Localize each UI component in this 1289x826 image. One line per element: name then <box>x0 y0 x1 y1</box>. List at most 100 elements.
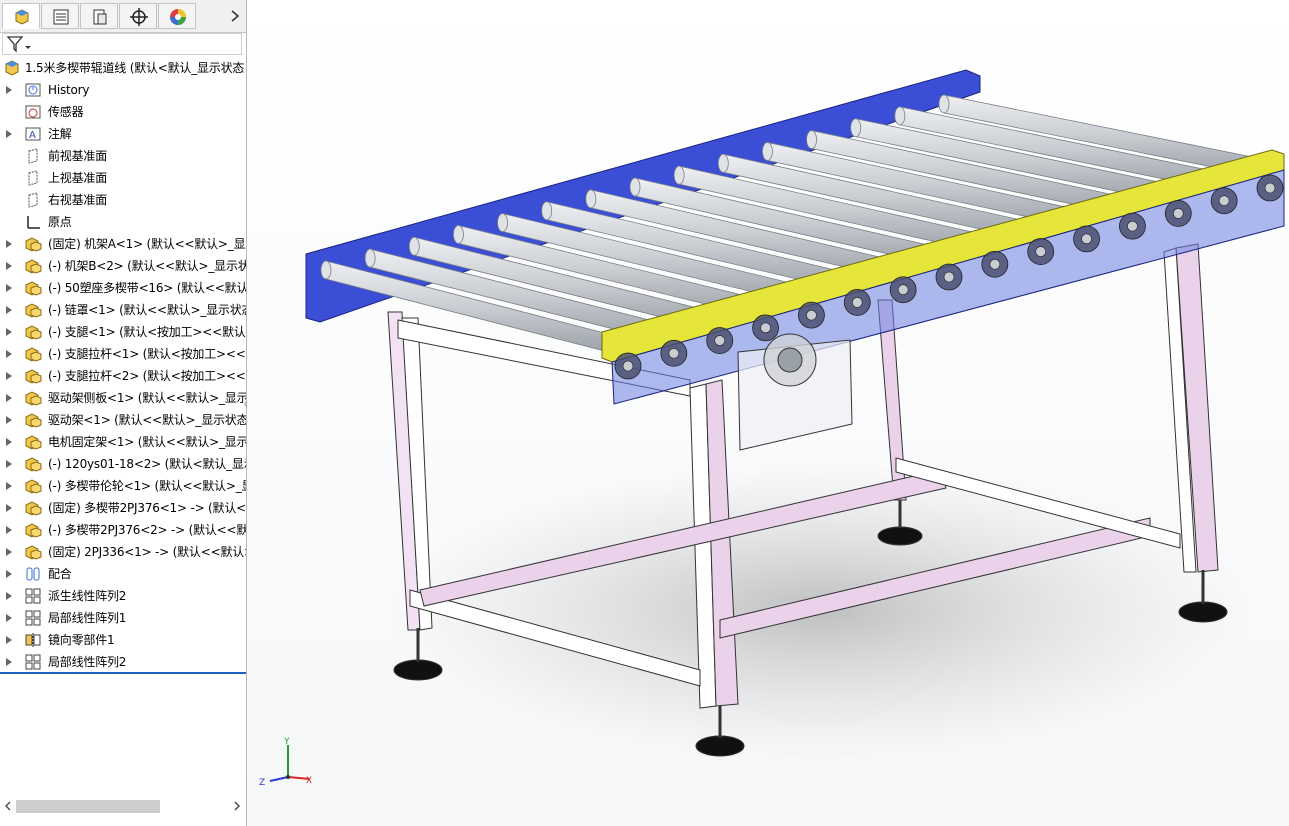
mates-icon <box>24 565 42 583</box>
tree-item[interactable]: 镜向零部件1 <box>0 629 246 651</box>
tree-item[interactable]: 右视基准面 <box>0 189 246 211</box>
annotation-icon: A <box>24 125 42 143</box>
expand-arrow-icon[interactable] <box>5 349 13 359</box>
scroll-thumb[interactable] <box>16 800 160 813</box>
graphics-viewport[interactable]: Y X Z <box>247 0 1289 826</box>
tab-dimxpert[interactable] <box>119 3 157 29</box>
subassembly-icon <box>24 301 42 319</box>
tree-item[interactable]: 配合 <box>0 563 246 585</box>
subassembly-icon <box>24 521 42 539</box>
sprocket <box>1073 225 1100 253</box>
tab-displaymanager[interactable] <box>158 3 196 29</box>
plane-icon <box>24 147 42 165</box>
configurationmanager-icon <box>93 9 107 25</box>
plane-icon <box>24 169 42 187</box>
tree-item[interactable]: 局部线性阵列1 <box>0 607 246 629</box>
expand-arrow-icon[interactable] <box>5 305 13 315</box>
tree-item[interactable]: (-) 120ys01-18<2> (默认<默认_显示 <box>0 453 246 475</box>
tree-item-label: 派生线性阵列2 <box>48 589 127 603</box>
tree-item[interactable]: (-) 多楔带伦轮<1> (默认<<默认>_显 <box>0 475 246 497</box>
crosshair-icon <box>130 8 148 26</box>
tree-item[interactable]: (-) 支腿拉杆<2> (默认<按加工><<默 <box>0 365 246 387</box>
tree-root[interactable]: 1.5米多楔带辊道线 (默认<默认_显示状态 <box>0 57 246 79</box>
chevron-right-icon[interactable] <box>228 6 242 26</box>
tree-item[interactable]: (-) 支腿<1> (默认<按加工><<默认 <box>0 321 246 343</box>
sprocket <box>1164 200 1192 227</box>
expand-arrow-icon[interactable] <box>5 503 13 513</box>
tree-item[interactable]: 前视基准面 <box>0 145 246 167</box>
tree-item[interactable]: (-) 支腿拉杆<1> (默认<按加工><<默 <box>0 343 246 365</box>
tree-item-label: (-) 支腿拉杆<2> (默认<按加工><<默 <box>48 369 247 383</box>
tree-item[interactable]: 电机固定架<1> (默认<<默认>_显示 <box>0 431 246 453</box>
tree-item[interactable]: (-) 链罩<1> (默认<<默认>_显示状态 <box>0 299 246 321</box>
pattern-icon <box>24 653 42 671</box>
subassembly-icon <box>24 543 42 561</box>
subassembly-icon <box>24 323 42 341</box>
expand-arrow-icon[interactable] <box>5 239 13 249</box>
tree-end-line <box>0 672 246 674</box>
expand-arrow-icon[interactable] <box>5 85 13 95</box>
expand-arrow-icon[interactable] <box>5 437 13 447</box>
tree-item[interactable]: (固定) 2PJ336<1> -> (默认<<默认> <box>0 541 246 563</box>
sprocket <box>889 276 917 304</box>
tree-item-label: (-) 120ys01-18<2> (默认<默认_显示 <box>48 457 247 471</box>
tree-filter[interactable] <box>2 33 242 55</box>
tab-configurationmanager[interactable] <box>80 3 118 29</box>
tree-item[interactable]: (固定) 多楔带2PJ376<1> -> (默认< <box>0 497 246 519</box>
sprocket <box>935 263 963 291</box>
tree-item[interactable]: A 注解 <box>0 123 246 145</box>
sprocket <box>981 250 1009 278</box>
tree-item-label: 右视基准面 <box>48 193 108 207</box>
tree-item-label: 上视基准面 <box>48 171 108 185</box>
sprocket <box>1119 212 1146 240</box>
expand-arrow-icon[interactable] <box>5 415 13 425</box>
expand-arrow-icon[interactable] <box>5 371 13 381</box>
horizontal-scrollbar[interactable] <box>0 796 246 818</box>
tree-item[interactable]: History <box>0 79 246 101</box>
propertymanager-icon <box>53 9 69 25</box>
tree-item[interactable]: 传感器 <box>0 101 246 123</box>
tree-item-label: 局部线性阵列1 <box>48 611 127 625</box>
expand-arrow-icon[interactable] <box>5 481 13 491</box>
tree-item[interactable]: (-) 50塑座多楔带<16> (默认<<默认> <box>0 277 246 299</box>
tree-item[interactable]: 驱动架侧板<1> (默认<<默认>_显示 <box>0 387 246 409</box>
expand-arrow-icon[interactable] <box>5 459 13 469</box>
tree-item[interactable]: 派生线性阵列2 <box>0 585 246 607</box>
tree-item-label: 驱动架<1> (默认<<默认>_显示状态 <box>48 413 247 427</box>
expand-arrow-icon[interactable] <box>5 657 13 667</box>
sprocket <box>752 314 779 342</box>
sprocket <box>1256 174 1284 202</box>
tree-item[interactable]: 局部线性阵列2 <box>0 651 246 673</box>
manager-tabbar <box>0 0 246 33</box>
expand-arrow-icon[interactable] <box>5 283 13 293</box>
expand-arrow-icon[interactable] <box>5 393 13 403</box>
tree-item[interactable]: (固定) 机架A<1> (默认<<默认>_显示 <box>0 233 246 255</box>
tree-item[interactable]: (-) 多楔带2PJ376<2> -> (默认<<默 <box>0 519 246 541</box>
tree-item[interactable]: (-) 机架B<2> (默认<<默认>_显示状态 <box>0 255 246 277</box>
sprocket <box>706 327 734 354</box>
tab-featuremanager[interactable] <box>2 3 40 29</box>
expand-arrow-icon[interactable] <box>5 525 13 535</box>
expand-arrow-icon[interactable] <box>5 635 13 645</box>
scroll-left-icon[interactable] <box>4 800 12 812</box>
tree-item-label: (-) 多楔带2PJ376<2> -> (默认<<默 <box>48 523 247 537</box>
expand-arrow-icon[interactable] <box>5 591 13 601</box>
tree-item[interactable]: 上视基准面 <box>0 167 246 189</box>
expand-arrow-icon[interactable] <box>5 261 13 271</box>
expand-arrow-icon[interactable] <box>5 129 13 139</box>
conveyor-model[interactable] <box>247 0 1289 826</box>
tree-item-label: (-) 支腿<1> (默认<按加工><<默认 <box>48 325 246 339</box>
expand-arrow-icon[interactable] <box>5 547 13 557</box>
expand-arrow-icon[interactable] <box>5 613 13 623</box>
tree-item[interactable]: 原点 <box>0 211 246 233</box>
sprocket <box>660 339 688 367</box>
tree-item[interactable]: 驱动架<1> (默认<<默认>_显示状态 <box>0 409 246 431</box>
tab-propertymanager[interactable] <box>41 3 79 29</box>
tree-item-label: 镜向零部件1 <box>48 633 115 647</box>
expand-arrow-icon[interactable] <box>5 327 13 337</box>
scroll-right-icon[interactable] <box>233 800 241 812</box>
expand-arrow-icon[interactable] <box>5 569 13 579</box>
tree-item-label: (固定) 多楔带2PJ376<1> -> (默认< <box>48 501 246 515</box>
tree-item-label: 前视基准面 <box>48 149 108 163</box>
tree-item-label: (固定) 2PJ336<1> -> (默认<<默认> <box>48 545 247 559</box>
